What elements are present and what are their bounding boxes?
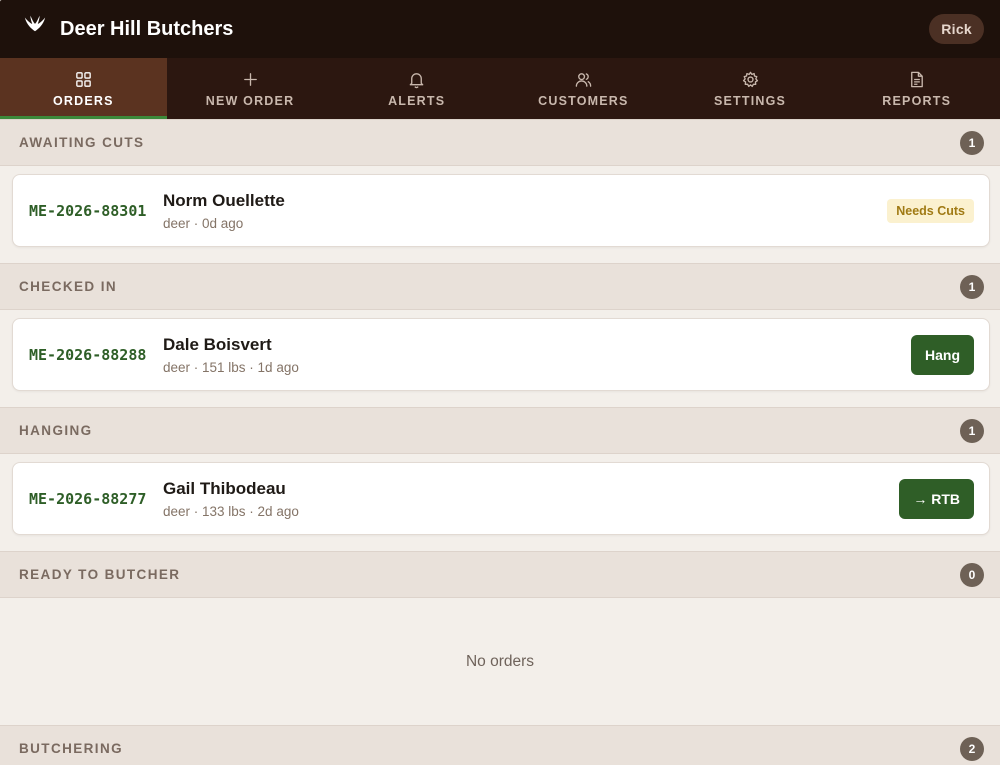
count-badge: 1 (960, 130, 984, 155)
order-info: Dale Boisvert deer · 151 lbs · 1d ago (163, 335, 911, 375)
tab-settings[interactable]: SETTINGS (667, 58, 834, 119)
section-header[interactable]: READY TO BUTCHER 0 (0, 551, 1000, 598)
orders-board: AWAITING CUTS 1 ME-2026-88301 Norm Ouell… (0, 119, 1000, 765)
order-meta: deer · 0d ago (163, 215, 244, 231)
app-header: Deer Hill Butchers Rick (0, 0, 1000, 58)
order-card[interactable]: ME-2026-88301 Norm Ouellette deer · 0d a… (12, 174, 990, 247)
move-to-rtb-button[interactable]: → RTB (899, 478, 974, 519)
antler-logo-icon (22, 12, 48, 34)
order-info: Norm Ouellette deer · 0d ago (163, 191, 887, 231)
section-butchering: BUTCHERING 2 (0, 725, 1000, 765)
app-title: Deer Hill Butchers (60, 17, 234, 40)
section-title: BUTCHERING (19, 741, 123, 756)
section-body: ME-2026-88288 Dale Boisvert deer · 151 l… (0, 310, 1000, 407)
section-header[interactable]: AWAITING CUTS 1 (0, 119, 1000, 166)
section-title: HANGING (19, 423, 93, 438)
empty-state: No orders (0, 598, 1000, 725)
tab-customers[interactable]: CUSTOMERS (500, 58, 667, 119)
order-card[interactable]: ME-2026-88277 Gail Thibodeau deer · 133 … (12, 462, 990, 535)
tab-label: SETTINGS (713, 93, 787, 108)
gear-icon (740, 70, 760, 90)
tab-label: CUSTOMERS (538, 93, 629, 108)
bell-icon (407, 70, 427, 90)
plus-icon (240, 70, 260, 90)
tab-reports[interactable]: REPORTS (833, 58, 1000, 119)
hang-button[interactable]: Hang (911, 334, 974, 375)
users-icon (573, 70, 593, 90)
customer-name: Dale Boisvert (163, 334, 272, 354)
order-card[interactable]: ME-2026-88288 Dale Boisvert deer · 151 l… (12, 318, 990, 391)
customer-name: Norm Ouellette (163, 190, 285, 210)
tab-alerts[interactable]: ALERTS (333, 58, 500, 119)
empty-state-text: No orders (465, 652, 535, 670)
section-hanging: HANGING 1 ME-2026-88277 Gail Thibodeau d… (0, 407, 1000, 551)
document-icon (907, 70, 927, 90)
customer-name: Gail Thibodeau (163, 478, 286, 498)
section-title: CHECKED IN (19, 279, 118, 294)
section-body: ME-2026-88301 Norm Ouellette deer · 0d a… (0, 166, 1000, 263)
count-badge: 0 (960, 562, 984, 587)
section-title: AWAITING CUTS (19, 135, 145, 150)
section-checked-in: CHECKED IN 1 ME-2026-88288 Dale Boisvert… (0, 263, 1000, 407)
order-id: ME-2026-88301 (29, 201, 147, 220)
order-info: Gail Thibodeau deer · 133 lbs · 2d ago (163, 479, 899, 519)
order-meta: deer · 151 lbs · 1d ago (163, 359, 299, 375)
section-header[interactable]: BUTCHERING 2 (0, 725, 1000, 765)
tab-label: NEW ORDER (205, 93, 295, 108)
user-menu-button[interactable]: Rick (929, 14, 984, 44)
tab-label: ORDERS (52, 93, 114, 108)
tab-orders[interactable]: ORDERS (0, 58, 167, 119)
tab-new-order[interactable]: NEW ORDER (167, 58, 334, 119)
main-tabbar: ORDERS NEW ORDER ALERTS CUSTOMERS SETTIN… (0, 58, 1000, 119)
tab-label: ALERTS (388, 93, 446, 108)
section-title: READY TO BUTCHER (19, 567, 181, 582)
section-body: ME-2026-88277 Gail Thibodeau deer · 133 … (0, 454, 1000, 551)
grid-icon (73, 70, 93, 90)
section-awaiting-cuts: AWAITING CUTS 1 ME-2026-88301 Norm Ouell… (0, 119, 1000, 263)
count-badge: 1 (960, 418, 984, 443)
section-ready-to-butcher: READY TO BUTCHER 0 No orders (0, 551, 1000, 725)
order-meta: deer · 133 lbs · 2d ago (163, 503, 299, 519)
status-badge: Needs Cuts (887, 198, 974, 223)
order-id: ME-2026-88288 (29, 345, 147, 364)
count-badge: 2 (960, 736, 984, 761)
count-badge: 1 (960, 274, 984, 299)
tab-label: REPORTS (882, 93, 952, 108)
section-header[interactable]: CHECKED IN 1 (0, 263, 1000, 310)
section-header[interactable]: HANGING 1 (0, 407, 1000, 454)
order-id: ME-2026-88277 (29, 489, 147, 508)
